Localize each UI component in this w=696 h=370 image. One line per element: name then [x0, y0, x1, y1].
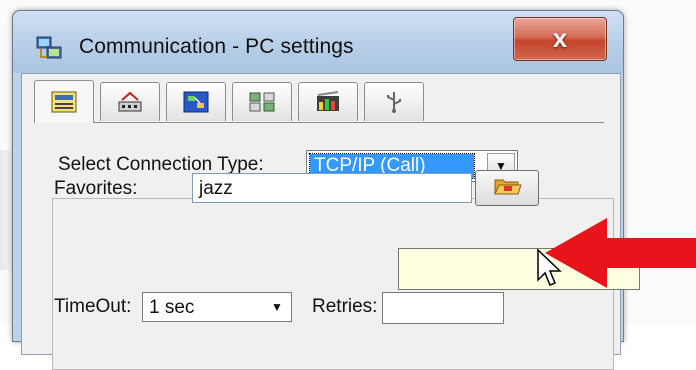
red-arrow-annotation — [545, 218, 696, 293]
signal-icon — [314, 90, 342, 114]
app-icon — [35, 35, 65, 63]
background-edge — [0, 150, 12, 270]
device-icon — [116, 90, 144, 114]
browse-favorites-button[interactable] — [475, 170, 539, 206]
tab-device[interactable] — [100, 82, 160, 121]
tab-divider — [34, 122, 604, 123]
favorites-label: Favorites: — [54, 178, 138, 199]
tab-usb[interactable] — [364, 82, 424, 121]
usb-icon — [380, 90, 408, 114]
retries-select[interactable] — [382, 292, 504, 324]
retries-label: Retries: — [312, 296, 378, 317]
mouse-cursor-icon — [536, 248, 566, 293]
tab-calculator[interactable] — [34, 80, 94, 123]
calculator-icon — [50, 90, 78, 114]
timeout-select[interactable]: 1 sec ▼ — [142, 292, 292, 322]
favorites-input[interactable]: jazz — [192, 173, 472, 203]
chevron-down-icon[interactable]: ▼ — [265, 295, 289, 319]
dialog-client-area: Select Connection Type: TCP/IP (Call) ▼ … — [21, 73, 621, 370]
network-icon — [182, 90, 210, 114]
folder-open-icon — [492, 174, 522, 203]
tab-signal[interactable] — [298, 82, 358, 121]
tab-network[interactable] — [166, 82, 226, 121]
title-bar[interactable]: Communication - PC settings x — [13, 11, 623, 73]
settings-window: Communication - PC settings x Select Con… — [12, 10, 624, 370]
tab-transfer[interactable] — [232, 82, 292, 121]
transfer-icon — [248, 90, 276, 114]
window-title: Communication - PC settings — [79, 35, 354, 58]
timeout-label: TimeOut: — [54, 296, 132, 317]
close-button[interactable]: x — [513, 17, 607, 61]
close-icon: x — [552, 23, 568, 53]
timeout-value: 1 sec — [149, 297, 195, 318]
